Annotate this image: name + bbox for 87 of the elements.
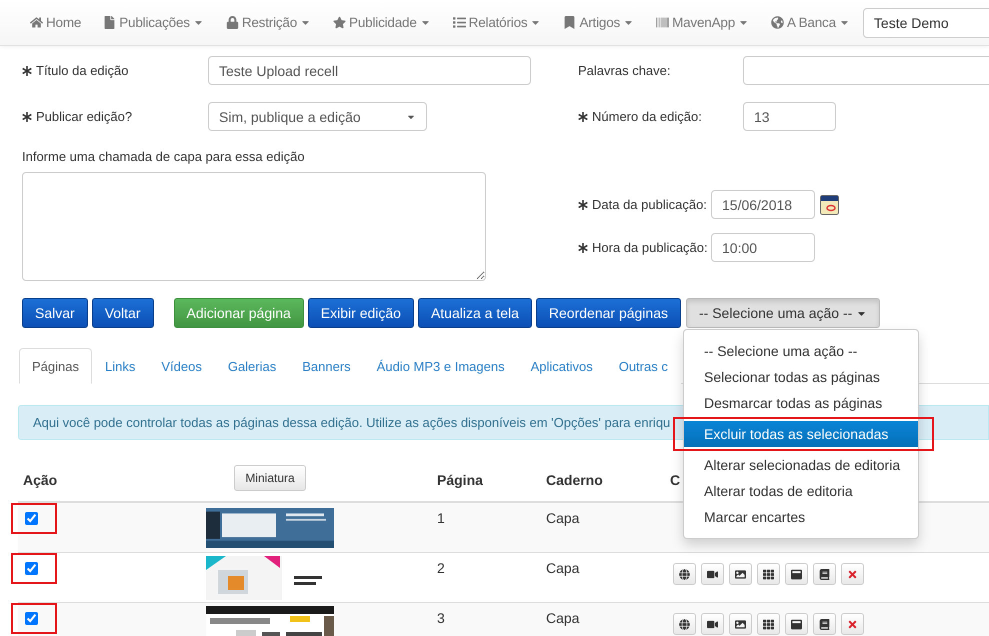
- action-select[interactable]: -- Selecione uma ação --: [686, 298, 880, 328]
- globe-icon: [679, 568, 690, 580]
- globe-icon: [679, 618, 690, 630]
- barcode-icon: [656, 16, 670, 29]
- action-button[interactable]: Voltar: [92, 298, 154, 328]
- nav-item[interactable]: Restrição: [214, 15, 322, 30]
- nav-item[interactable]: Artigos: [552, 15, 646, 30]
- field-label: Publicar edição?: [22, 109, 208, 124]
- video-camera-button[interactable]: [701, 613, 724, 635]
- book-icon: [819, 568, 830, 580]
- table-cell: 2: [437, 560, 445, 576]
- user-field[interactable]: Teste Demo: [862, 8, 989, 38]
- close-button[interactable]: [841, 563, 864, 585]
- calendar-icon[interactable]: [820, 194, 839, 214]
- grid-button[interactable]: [757, 613, 780, 635]
- field-label: Hora da publicação:: [578, 240, 711, 255]
- globe-icon: [771, 16, 784, 29]
- video-camera-button[interactable]: [701, 563, 724, 585]
- menu-item[interactable]: Marcar encartes: [684, 504, 918, 530]
- action-button[interactable]: Atualiza a tela: [418, 298, 532, 328]
- table-cell: 1: [437, 510, 445, 526]
- column-header: Caderno: [546, 472, 603, 488]
- grid-icon: [763, 568, 774, 580]
- home-icon: [30, 16, 43, 29]
- field-label: Número da edição:: [578, 109, 743, 124]
- globe-button[interactable]: [673, 563, 696, 585]
- image-icon: [735, 618, 746, 630]
- nav-item[interactable]: MavenApp: [645, 15, 760, 30]
- table-cell: 3: [437, 610, 445, 626]
- publish-select[interactable]: Sim, publique a edição: [208, 102, 427, 131]
- row-checkbox[interactable]: [25, 512, 38, 525]
- lock-icon: [226, 16, 239, 29]
- image-button[interactable]: [729, 613, 752, 635]
- book-icon: [819, 618, 830, 630]
- menu-item[interactable]: -- Selecione uma ação --: [684, 338, 918, 364]
- number-input[interactable]: 13: [743, 102, 836, 131]
- close-icon: [847, 618, 858, 630]
- nav-item[interactable]: Publicações: [92, 15, 215, 30]
- field-label: Título da edição: [22, 63, 208, 78]
- video-camera-icon: [707, 618, 718, 630]
- row-checkbox[interactable]: [25, 612, 38, 625]
- tab[interactable]: Páginas: [19, 348, 92, 384]
- nav-item[interactable]: Relatórios: [442, 15, 552, 30]
- menu-item[interactable]: Alterar selecionadas de editoria: [684, 452, 918, 478]
- title-input[interactable]: Teste Upload recell: [208, 56, 531, 85]
- close-icon: [847, 568, 858, 580]
- menu-item[interactable]: Selecionar todas as páginas: [684, 364, 918, 390]
- action-button[interactable]: Salvar: [22, 298, 88, 328]
- close-button[interactable]: [841, 613, 864, 635]
- grid-button[interactable]: [757, 563, 780, 585]
- nav-item[interactable]: A Banca: [760, 15, 861, 30]
- bookmark-icon: [563, 16, 576, 29]
- thumbnail-button[interactable]: Miniatura: [234, 465, 306, 491]
- menu-item[interactable]: Excluir todas as selecionadas: [684, 421, 918, 447]
- date-input[interactable]: 15/06/2018: [711, 190, 815, 219]
- video-camera-icon: [707, 568, 718, 580]
- window-icon: [791, 618, 802, 630]
- table-cell: Capa: [546, 510, 580, 526]
- column-header: Ação: [23, 472, 58, 488]
- globe-button[interactable]: [673, 613, 696, 635]
- document-icon: [103, 16, 116, 29]
- window-button[interactable]: [785, 613, 808, 635]
- grid-icon: [763, 618, 774, 630]
- book-button[interactable]: [813, 563, 836, 585]
- column-header: Página: [437, 472, 483, 488]
- star-icon: [333, 16, 346, 29]
- action-button[interactable]: Adicionar página: [174, 298, 304, 328]
- table-cell: Capa: [546, 610, 580, 626]
- table-cell: Capa: [546, 560, 580, 576]
- image-button[interactable]: [729, 563, 752, 585]
- menu-item[interactable]: Alterar todas de editoria: [684, 478, 918, 504]
- field-label: Palavras chave:: [578, 63, 672, 78]
- window-icon: [791, 568, 802, 580]
- action-button[interactable]: Reordenar páginas: [536, 298, 681, 328]
- nav-item[interactable]: Home: [19, 15, 92, 30]
- field-label: Informe uma chamada de capa para essa edição: [22, 149, 306, 164]
- action-button[interactable]: Exibir edição: [308, 298, 414, 328]
- window-button[interactable]: [785, 563, 808, 585]
- book-button[interactable]: [813, 613, 836, 635]
- field-label: Data da publicação:: [578, 197, 711, 212]
- column-header: C: [670, 472, 680, 488]
- row-checkbox[interactable]: [25, 562, 38, 575]
- keywords-input[interactable]: [743, 56, 989, 85]
- list-icon: [452, 16, 466, 29]
- nav-item[interactable]: Publicidade: [322, 15, 442, 30]
- time-input[interactable]: 10:00: [711, 233, 815, 262]
- image-icon: [735, 568, 746, 580]
